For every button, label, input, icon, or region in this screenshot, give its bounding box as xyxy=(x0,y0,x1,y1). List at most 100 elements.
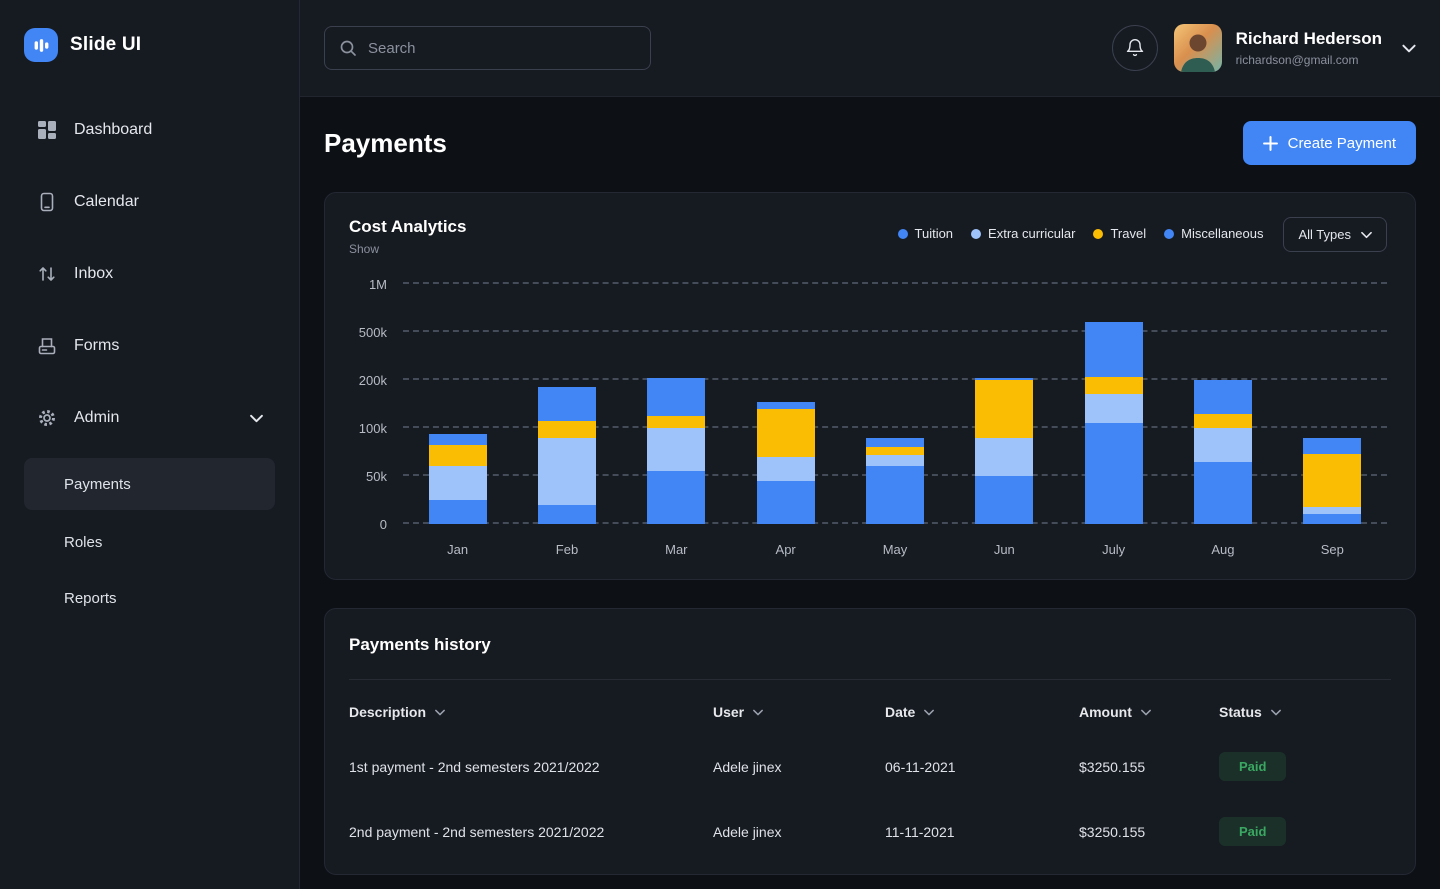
bar-segment-tuition xyxy=(1193,461,1252,524)
bar-segment-tuition xyxy=(537,504,596,524)
sidebar-item-inbox[interactable]: Inbox xyxy=(24,250,275,298)
plus-icon xyxy=(1262,135,1278,151)
dashboard-icon xyxy=(36,120,58,140)
page-title: Payments xyxy=(324,127,447,158)
column-header-user[interactable]: User xyxy=(713,704,885,720)
column-header-status[interactable]: Status xyxy=(1219,704,1391,720)
bar-group-sep[interactable] xyxy=(1278,272,1387,524)
bar-segment-miscellaneous xyxy=(537,387,596,421)
bar-group-mar[interactable] xyxy=(622,272,731,524)
bar-segment-extra-curricular xyxy=(865,454,924,467)
bar-segment-extra-curricular xyxy=(1084,394,1143,424)
legend-dot-icon xyxy=(1093,228,1104,239)
type-filter-select[interactable]: All Types xyxy=(1283,217,1387,252)
table-header-row: Description User Date Amount Status xyxy=(349,680,1391,734)
x-axis-tick-label: July xyxy=(1102,542,1126,557)
column-label: Date xyxy=(885,704,916,720)
sidebar-item-roles[interactable]: Roles xyxy=(24,518,275,566)
legend-dot-icon xyxy=(971,228,982,239)
topbar: Richard Hederson richardson@gmail.com xyxy=(300,0,1440,97)
chevron-down-icon xyxy=(1361,231,1372,239)
sort-chevron-icon xyxy=(435,709,445,716)
sidebar-item-dashboard[interactable]: Dashboard xyxy=(24,106,275,154)
legend-item-travel[interactable]: Travel xyxy=(1093,226,1146,241)
app-root: Slide UI Dashboard Calendar Inbox Forms … xyxy=(0,0,1440,889)
column-label: Description xyxy=(349,704,427,720)
sidebar-item-label: Admin xyxy=(74,409,120,426)
column-header-date[interactable]: Date xyxy=(885,704,1079,720)
sidebar-item-admin[interactable]: Admin xyxy=(24,394,275,442)
analytics-title-block: Cost Analytics Show xyxy=(349,217,466,256)
bar-segment-miscellaneous xyxy=(975,377,1034,380)
content: Payments Create Payment Cost Analytics S… xyxy=(300,97,1440,889)
sidebar-item-forms[interactable]: Forms xyxy=(24,322,275,370)
user-profile[interactable]: Richard Hederson richardson@gmail.com xyxy=(1173,24,1416,72)
user-info: Richard Hederson richardson@gmail.com xyxy=(1236,29,1382,66)
cell-user: Adele jinex xyxy=(713,823,782,840)
calendar-icon xyxy=(36,192,58,212)
bar-group-aug[interactable] xyxy=(1168,272,1277,524)
table-row[interactable]: 1st payment - 2nd semesters 2021/2022 Ad… xyxy=(349,734,1391,799)
cell-amount: $3250.155 xyxy=(1079,823,1146,840)
column-label: Amount xyxy=(1079,704,1132,720)
payments-history-title: Payments history xyxy=(349,635,491,654)
bar-group-may[interactable] xyxy=(840,272,949,524)
bar-segment-travel xyxy=(537,420,596,438)
chart-legend: Tuition Extra curricular Travel Miscella… xyxy=(897,217,1263,241)
legend-label: Tuition xyxy=(914,226,954,241)
notifications-button[interactable] xyxy=(1111,25,1158,71)
sidebar-item-label: Calendar xyxy=(74,193,139,210)
bar-group-feb[interactable] xyxy=(512,272,621,524)
legend-item-extra-curricular[interactable]: Extra curricular xyxy=(971,226,1075,241)
legend-item-miscellaneous[interactable]: Miscellaneous xyxy=(1164,226,1263,241)
bar-segment-miscellaneous xyxy=(1303,437,1362,454)
bar-segment-miscellaneous xyxy=(428,433,487,446)
bar-segment-extra-curricular xyxy=(537,437,596,505)
forms-icon xyxy=(36,336,58,356)
status-badge: Paid xyxy=(1219,752,1287,781)
create-payment-button[interactable]: Create Payment xyxy=(1242,121,1416,165)
table-row[interactable]: 2nd payment - 2nd semesters 2021/2022 Ad… xyxy=(349,799,1391,864)
payments-history-card: Payments history Description User Date A… xyxy=(324,608,1416,875)
x-axis: Jan Feb Mar Apr May Jun July Aug Sep xyxy=(403,542,1387,557)
search-box[interactable] xyxy=(324,26,651,70)
analytics-title: Cost Analytics xyxy=(349,217,467,236)
x-axis-tick-label: Apr xyxy=(775,542,796,557)
bar-segment-tuition xyxy=(975,476,1034,524)
bar-group-jan[interactable] xyxy=(403,272,512,524)
bar-segment-extra-curricular xyxy=(756,456,815,481)
bar-segment-miscellaneous xyxy=(1084,322,1143,377)
app-logo-icon xyxy=(24,28,58,62)
sidebar-item-reports[interactable]: Reports xyxy=(24,574,275,622)
column-label: Status xyxy=(1219,704,1262,720)
sidebar-item-label: Dashboard xyxy=(74,121,153,138)
bar-group-july[interactable] xyxy=(1059,272,1168,524)
bar-group-apr[interactable] xyxy=(731,272,840,524)
column-header-description[interactable]: Description xyxy=(349,704,713,720)
bar-group-jun[interactable] xyxy=(950,272,1059,524)
x-axis-tick-label: Sep xyxy=(1320,542,1344,557)
user-email: richardson@gmail.com xyxy=(1235,52,1359,67)
legend-item-tuition[interactable]: Tuition xyxy=(897,226,954,241)
bar-segment-tuition xyxy=(1084,423,1143,524)
x-axis-tick-label: Jun xyxy=(993,542,1015,557)
analytics-show-label: Show xyxy=(349,242,380,256)
search-input[interactable] xyxy=(368,39,636,57)
sidebar-item-calendar[interactable]: Calendar xyxy=(24,178,275,226)
sidebar-item-label: Inbox xyxy=(74,265,114,282)
x-axis-tick-label: May xyxy=(882,542,908,557)
sidebar: Slide UI Dashboard Calendar Inbox Forms … xyxy=(0,0,300,889)
bar-segment-travel xyxy=(1303,453,1362,507)
bar-segment-travel xyxy=(865,447,924,455)
y-axis-tick-label: 50k xyxy=(366,469,387,484)
legend-label: Extra curricular xyxy=(988,226,1076,241)
column-header-amount[interactable]: Amount xyxy=(1079,704,1219,720)
y-axis: 0 50k 100k 200k 500k 1M xyxy=(349,272,403,532)
x-axis-tick-label: Aug xyxy=(1211,542,1235,557)
sidebar-item-payments[interactable]: Payments xyxy=(24,458,275,510)
sidebar-item-label: Forms xyxy=(74,337,120,354)
app-logo[interactable]: Slide UI xyxy=(24,28,275,62)
cell-date: 11-11-2021 xyxy=(885,823,955,840)
sort-chevron-icon xyxy=(753,709,764,716)
cost-analytics-chart: 0 50k 100k 200k 500k 1M xyxy=(349,272,1387,532)
